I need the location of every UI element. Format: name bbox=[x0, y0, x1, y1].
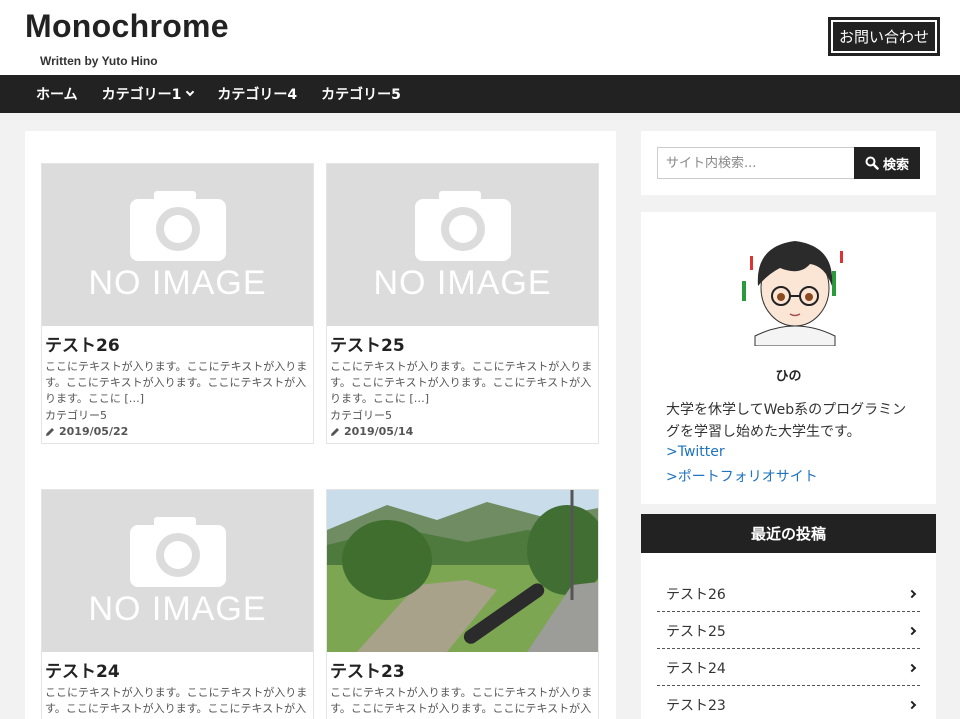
post-date-text: 2019/05/22 bbox=[59, 425, 129, 438]
post-thumbnail[interactable]: NO IMAGE bbox=[42, 164, 313, 326]
camera-icon bbox=[130, 517, 226, 587]
nav-item-label: ホーム bbox=[36, 87, 78, 103]
camera-icon bbox=[415, 191, 511, 261]
post-date: 2019/05/22 bbox=[42, 423, 313, 443]
chevron-right-icon bbox=[907, 663, 917, 672]
chevron-right-icon bbox=[907, 626, 917, 635]
main-nav: ホーム カテゴリー1 カテゴリー4 カテゴリー5 bbox=[0, 75, 960, 113]
search-button-label: 検索 bbox=[882, 157, 909, 173]
post-thumbnail[interactable]: NO IMAGE bbox=[327, 164, 598, 326]
no-image-text: NO IMAGE bbox=[88, 590, 267, 628]
camera-icon bbox=[130, 191, 226, 261]
post-title[interactable]: テスト23 bbox=[327, 652, 598, 682]
portfolio-link[interactable]: >ポートフォリオサイト bbox=[666, 466, 818, 486]
no-image-text: NO IMAGE bbox=[373, 264, 552, 302]
post-date-text: 2019/05/14 bbox=[344, 425, 414, 438]
post-card[interactable]: NO IMAGE テスト25 ここにテキストが入ります。ここにテキストが入ります… bbox=[326, 163, 599, 444]
recent-post-item[interactable]: テスト26 bbox=[657, 576, 920, 612]
post-category[interactable]: カテゴリー5 bbox=[42, 407, 313, 423]
contact-button[interactable]: お問い合わせ bbox=[828, 17, 940, 56]
post-card[interactable]: テスト23 ここにテキストが入ります。ここにテキストが入ります。ここにテキストが… bbox=[326, 489, 599, 719]
post-date: 2019/05/14 bbox=[327, 423, 598, 443]
nav-item-label: カテゴリー5 bbox=[321, 87, 401, 103]
search-input[interactable] bbox=[657, 147, 855, 179]
post-list: NO IMAGE テスト26 ここにテキストが入ります。ここにテキストが入ります… bbox=[25, 131, 616, 719]
recent-post-item[interactable]: テスト23 bbox=[657, 687, 920, 719]
nav-item-label: カテゴリー4 bbox=[217, 87, 298, 103]
profile-widget: ひの 大学を休学してWeb系のプログラミングを学習し始めた大学生です。 >Twi… bbox=[641, 212, 936, 504]
nav-item-label: カテゴリー1 bbox=[101, 87, 182, 103]
post-thumbnail[interactable] bbox=[327, 490, 598, 652]
post-thumbnail[interactable]: NO IMAGE bbox=[42, 490, 313, 652]
profile-name: ひの bbox=[775, 369, 802, 384]
post-title[interactable]: テスト24 bbox=[42, 652, 313, 682]
pencil-icon bbox=[46, 427, 54, 436]
search-icon bbox=[865, 156, 879, 170]
profile-bio: 大学を休学してWeb系のプログラミングを学習し始めた大学生です。 bbox=[666, 402, 907, 440]
recent-posts-heading: 最近の投稿 bbox=[641, 514, 936, 553]
post-excerpt: ここにテキストが入ります。ここにテキストが入ります。ここにテキストが入ります。こ… bbox=[45, 686, 308, 719]
site-subtitle: Written by Yuto Hino bbox=[40, 54, 158, 68]
pencil-icon bbox=[331, 427, 339, 436]
chevron-down-icon bbox=[186, 87, 195, 97]
nav-item-category1[interactable]: カテゴリー1 bbox=[101, 84, 195, 104]
site-title[interactable]: Monochrome bbox=[25, 8, 229, 45]
post-excerpt: ここにテキストが入ります。ここにテキストが入ります。ここにテキストが入ります。こ… bbox=[330, 686, 593, 719]
post-category[interactable]: カテゴリー5 bbox=[327, 407, 598, 423]
landscape-photo bbox=[327, 490, 598, 652]
nav-item-category5[interactable]: カテゴリー5 bbox=[321, 84, 401, 104]
chevron-right-icon bbox=[907, 700, 917, 709]
recent-post-title: テスト23 bbox=[666, 697, 726, 714]
post-card[interactable]: NO IMAGE テスト26 ここにテキストが入ります。ここにテキストが入ります… bbox=[41, 163, 314, 444]
nav-item-category4[interactable]: カテゴリー4 bbox=[217, 84, 297, 104]
twitter-link[interactable]: >Twitter bbox=[666, 444, 725, 460]
no-image-text: NO IMAGE bbox=[88, 264, 267, 302]
post-title[interactable]: テスト26 bbox=[42, 326, 313, 356]
post-excerpt: ここにテキストが入ります。ここにテキストが入ります。ここにテキストが入ります。こ… bbox=[330, 360, 593, 405]
recent-post-item[interactable]: テスト24 bbox=[657, 650, 920, 686]
nav-item-home[interactable]: ホーム bbox=[36, 84, 78, 104]
recent-posts-widget: テスト26 テスト25 テスト24 テスト23 bbox=[641, 553, 936, 719]
post-title[interactable]: テスト25 bbox=[327, 326, 598, 356]
avatar bbox=[740, 226, 850, 346]
post-excerpt: ここにテキストが入ります。ここにテキストが入ります。ここにテキストが入ります。こ… bbox=[45, 360, 308, 405]
search-widget: 検索 bbox=[641, 131, 936, 195]
recent-post-title: テスト26 bbox=[666, 586, 726, 603]
site-header: Monochrome Written by Yuto Hino お問い合わせ bbox=[0, 0, 960, 75]
search-button[interactable]: 検索 bbox=[854, 147, 920, 179]
chevron-right-icon bbox=[907, 589, 917, 598]
recent-post-item[interactable]: テスト25 bbox=[657, 613, 920, 649]
recent-post-title: テスト24 bbox=[666, 660, 726, 677]
recent-post-title: テスト25 bbox=[666, 623, 726, 640]
post-card[interactable]: NO IMAGE テスト24 ここにテキストが入ります。ここにテキストが入ります… bbox=[41, 489, 314, 719]
